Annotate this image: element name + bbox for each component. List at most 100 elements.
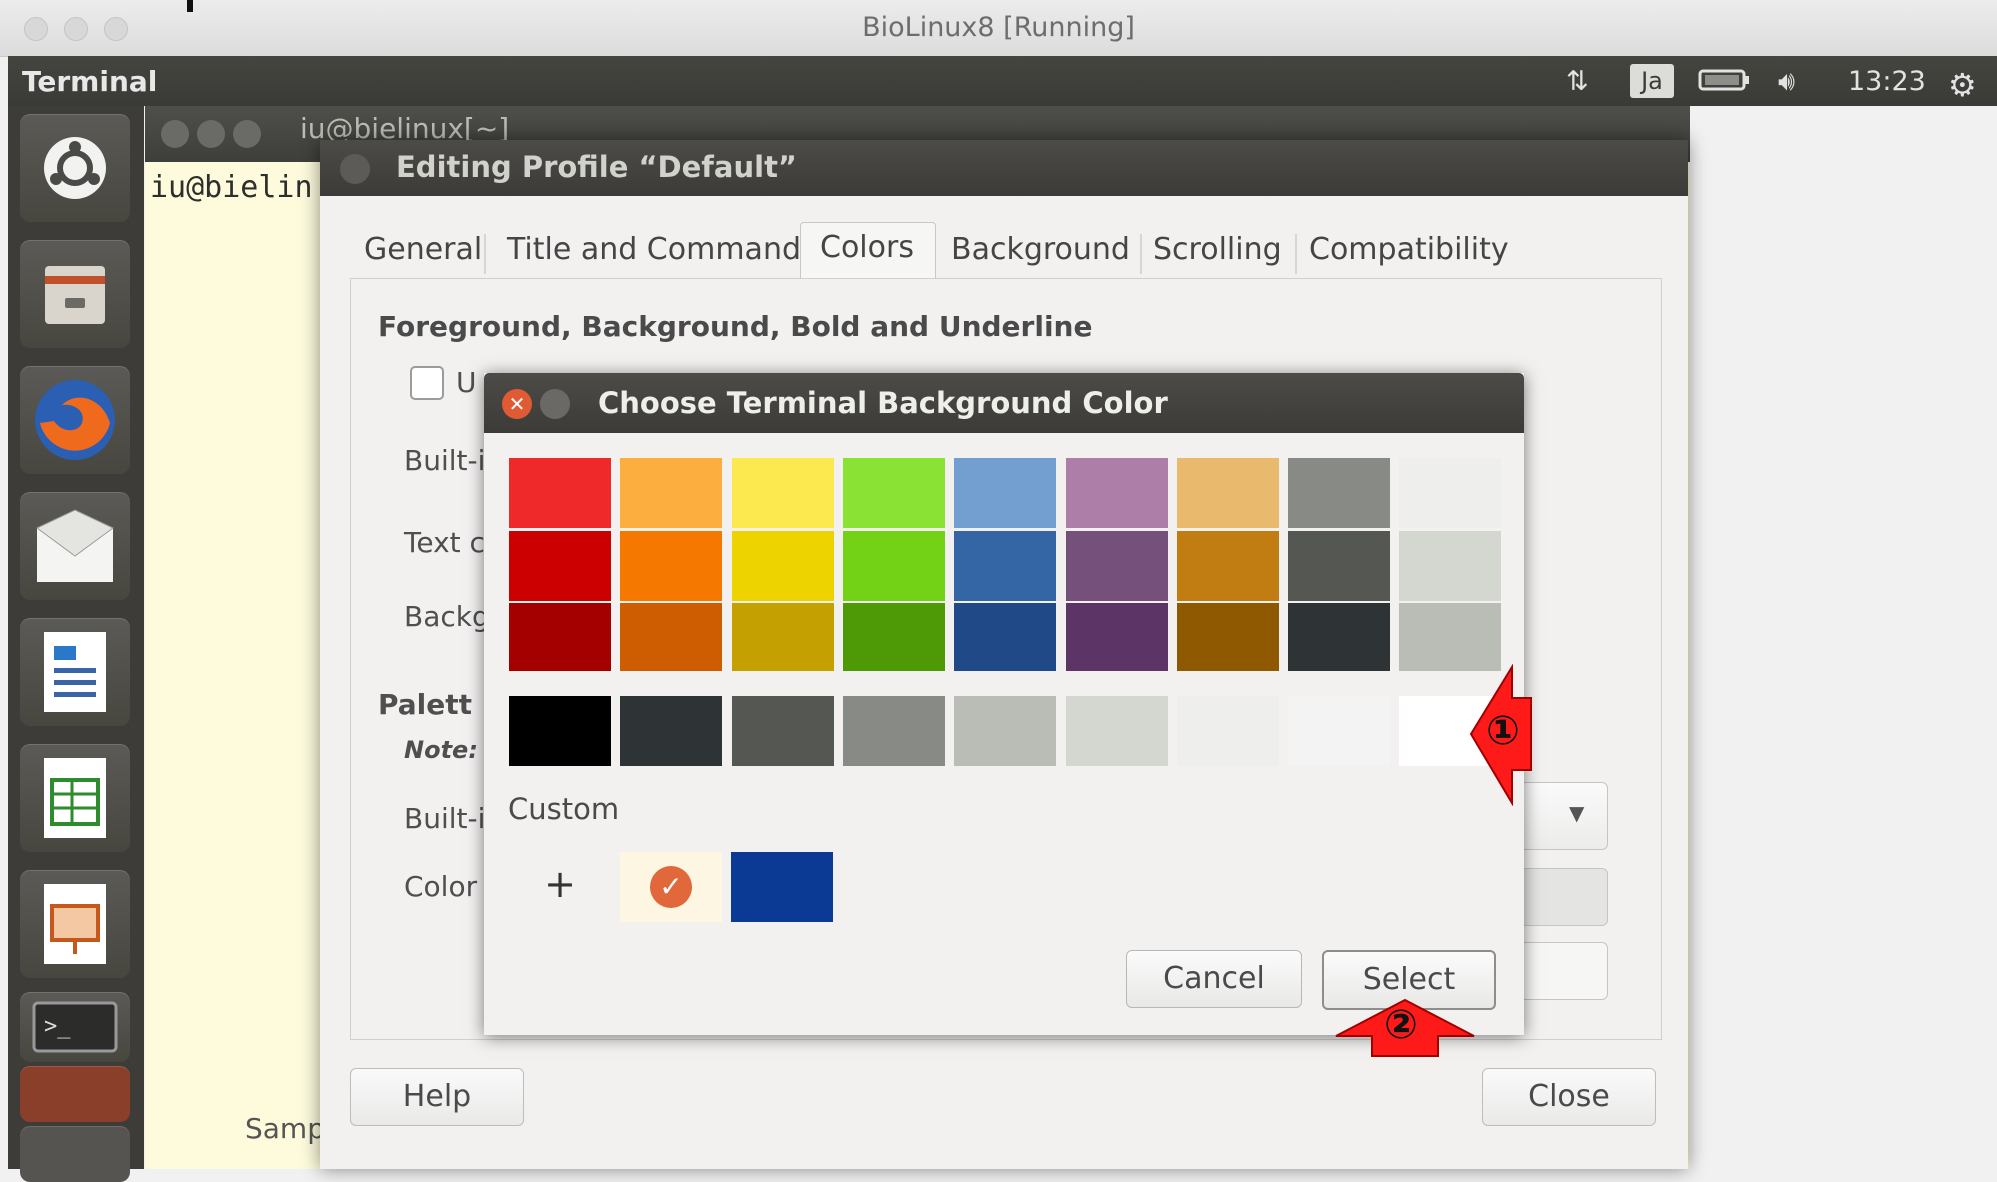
palette-color-field[interactable]	[1520, 868, 1608, 926]
volume-icon[interactable]: 🔊︎	[1778, 66, 1795, 98]
active-app-name: Terminal	[22, 65, 158, 98]
help-button[interactable]: Help	[350, 1068, 524, 1126]
custom-color-swatch[interactable]: ✓	[620, 852, 722, 922]
selected-check-icon: ✓	[650, 866, 692, 908]
trash-icon[interactable]	[20, 1126, 130, 1182]
color-swatch[interactable]	[954, 458, 1056, 528]
gray-swatch[interactable]	[1288, 696, 1390, 766]
calc-icon[interactable]	[20, 744, 130, 852]
color-palette-label: Color	[404, 870, 478, 903]
annotation-marker-2: ②	[1384, 1002, 1418, 1048]
firefox-icon[interactable]	[20, 366, 130, 474]
color-swatch[interactable]	[1288, 603, 1390, 671]
color-swatch[interactable]	[843, 458, 945, 528]
tab-divider	[484, 234, 486, 274]
files-icon[interactable]	[20, 240, 130, 348]
gray-swatch[interactable]	[620, 696, 722, 766]
color-swatch[interactable]	[620, 531, 722, 601]
tab-colors[interactable]: Colors	[820, 230, 914, 274]
svg-text:>_: >_	[44, 1014, 71, 1039]
color-swatch[interactable]	[620, 603, 722, 671]
color-swatch[interactable]	[509, 458, 611, 528]
top-panel: Terminal ⇅ Ja 🔊︎ 13:23 ⚙	[8, 56, 1997, 106]
battery-icon[interactable]	[1698, 66, 1752, 101]
color-swatch[interactable]	[1066, 603, 1168, 671]
tab-compatibility[interactable]: Compatibility	[1309, 232, 1509, 276]
custom-label: Custom	[508, 792, 620, 826]
chevron-down-icon: ▼	[1569, 801, 1585, 825]
tab-divider	[1140, 234, 1142, 274]
tab-background[interactable]: Background	[951, 232, 1130, 276]
annotation-marker-1: ①	[1486, 708, 1520, 754]
color-swatch[interactable]	[1399, 603, 1501, 671]
settings-gear-icon[interactable]: ⚙	[1948, 66, 1977, 104]
color-swatch[interactable]	[1177, 603, 1279, 671]
palette-extra-field[interactable]	[1520, 942, 1608, 1000]
terminal-icon[interactable]: >_	[20, 992, 130, 1062]
vm-window-title: BioLinux8 [Running]	[862, 12, 1135, 43]
tab-scrolling[interactable]: Scrolling	[1153, 232, 1282, 276]
color-swatch[interactable]	[1177, 531, 1279, 601]
gray-swatch[interactable]	[1177, 696, 1279, 766]
builtin-palette-label: Built-i	[404, 802, 486, 835]
color-swatch[interactable]	[1288, 531, 1390, 601]
section-heading-colors: Foreground, Background, Bold and Underli…	[378, 310, 1093, 343]
text-color-label: Text c	[404, 526, 485, 559]
vm-titlebar: BioLinux8 [Running]	[0, 0, 1997, 57]
cursor-mark	[187, 0, 193, 12]
color-swatch[interactable]	[1399, 458, 1501, 528]
chooser-maximize-icon[interactable]	[540, 389, 570, 419]
tab-divider	[1295, 234, 1297, 274]
color-chooser-title: Choose Terminal Background Color	[598, 386, 1168, 420]
tab-title-and-command[interactable]: Title and Command	[507, 232, 801, 276]
color-swatch[interactable]	[509, 531, 611, 601]
color-swatch[interactable]	[732, 531, 834, 601]
color-swatch[interactable]	[954, 531, 1056, 601]
color-swatch[interactable]	[843, 531, 945, 601]
terminal-minimize-button[interactable]	[197, 120, 225, 148]
input-method-indicator[interactable]: Ja	[1630, 64, 1674, 98]
checkbox-label: U	[456, 366, 477, 399]
close-button[interactable]: Close	[1482, 1068, 1656, 1126]
impress-icon[interactable]	[20, 870, 130, 978]
mail-icon[interactable]	[20, 492, 130, 600]
gray-swatch[interactable]	[732, 696, 834, 766]
gray-swatch[interactable]	[843, 696, 945, 766]
use-system-theme-checkbox[interactable]	[410, 366, 444, 400]
cancel-button[interactable]: Cancel	[1126, 950, 1302, 1008]
dash-home-icon[interactable]	[20, 114, 130, 222]
add-custom-color-button[interactable]: +	[538, 862, 582, 906]
terminal-close-button[interactable]	[161, 120, 189, 148]
terminal-prompt: iu@bielin	[150, 170, 313, 205]
clock[interactable]: 13:23	[1848, 66, 1926, 97]
background-color-label: Backg	[404, 600, 490, 633]
terminal-maximize-button[interactable]	[233, 120, 261, 148]
gray-swatch[interactable]	[954, 696, 1056, 766]
gray-swatch[interactable]	[509, 696, 611, 766]
color-swatch[interactable]	[732, 603, 834, 671]
builtin-schemes-label: Built-i	[404, 444, 486, 477]
color-swatch[interactable]	[1066, 531, 1168, 601]
color-swatch[interactable]	[954, 603, 1056, 671]
color-swatch[interactable]	[1399, 531, 1501, 601]
terminal-bottom-text: Samp	[245, 1112, 325, 1145]
color-swatch[interactable]	[1066, 458, 1168, 528]
writer-icon[interactable]	[20, 618, 130, 726]
palette-heading: Palett	[378, 688, 473, 721]
profile-close-icon[interactable]	[340, 154, 370, 184]
network-icon[interactable]: ⇅	[1566, 66, 1589, 97]
software-center-icon[interactable]	[20, 1066, 130, 1122]
gray-swatch[interactable]	[1066, 696, 1168, 766]
custom-color-swatch[interactable]	[731, 852, 833, 922]
launcher: >_	[8, 106, 144, 1182]
color-swatch[interactable]	[620, 458, 722, 528]
color-swatch[interactable]	[1177, 458, 1279, 528]
color-swatch[interactable]	[509, 603, 611, 671]
chooser-close-icon[interactable]: ✕	[502, 389, 532, 419]
palette-note: Note:	[404, 736, 478, 764]
color-swatch[interactable]	[843, 603, 945, 671]
color-swatch[interactable]	[732, 458, 834, 528]
color-swatch[interactable]	[1288, 458, 1390, 528]
profile-title: Editing Profile “Default”	[396, 150, 797, 184]
tab-general[interactable]: General	[364, 232, 482, 276]
